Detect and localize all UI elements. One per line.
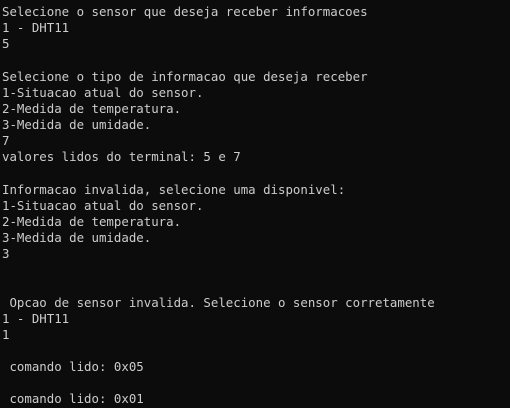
invalid-info-message: Informacao invalida, selecione uma dispo… [2, 181, 346, 197]
info-option-humidity: 3-Medida de umidade. [2, 229, 152, 245]
terminal-window[interactable]: Selecione o sensor que deseja receber in… [0, 0, 510, 408]
values-read-line: valores lidos do terminal: 5 e 7 [2, 149, 241, 165]
user-input-info: 7 [2, 133, 10, 149]
sensor-option-dht11: 1 - DHT11 [2, 20, 70, 36]
prompt-select-sensor: Selecione o sensor que deseja receber in… [2, 4, 368, 19]
user-input-sensor: 1 [2, 326, 10, 342]
info-option-status: 1-Situacao atual do sensor. [2, 197, 204, 213]
user-input-sensor: 5 [2, 36, 10, 52]
sensor-option-dht11: 1 - DHT11 [2, 310, 70, 326]
prompt-select-info-type: Selecione o tipo de informacao que desej… [2, 68, 368, 84]
user-input-info: 3 [2, 246, 10, 262]
info-option-humidity: 3-Medida de umidade. [2, 116, 152, 132]
info-option-status: 1-Situacao atual do sensor. [2, 84, 204, 100]
info-option-temperature: 2-Medida de temperatura. [2, 213, 182, 229]
invalid-sensor-message: Opcao de sensor invalida. Selecione o se… [2, 294, 435, 310]
command-read-line: comando lido: 0x05 [2, 359, 144, 375]
info-option-temperature: 2-Medida de temperatura. [2, 100, 182, 116]
command-read-line: comando lido: 0x01 [2, 391, 144, 407]
